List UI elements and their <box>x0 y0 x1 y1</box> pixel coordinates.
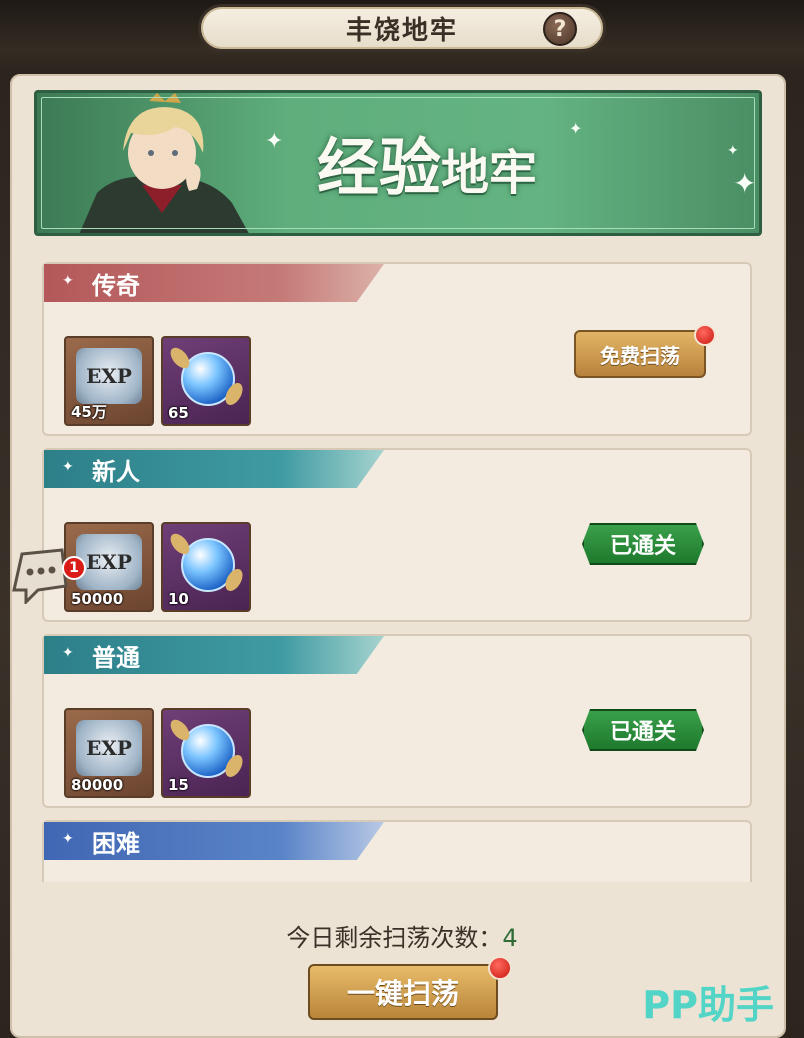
title-plate: 丰饶地牢 ? <box>198 4 606 52</box>
exp-reward-item[interactable]: EXP 45万 <box>64 336 154 426</box>
help-button[interactable]: ? <box>543 12 577 46</box>
reward-quantity: 80000 <box>71 776 124 794</box>
reward-quantity: 10 <box>168 590 189 608</box>
dungeon-card-novice: ✦ 新人 EXP 50000 10 已通关 <box>42 448 752 622</box>
dungeon-ribbon: ✦ 困难 <box>44 822 384 860</box>
exp-reward-item[interactable]: EXP 80000 <box>64 708 154 798</box>
sparkle-icon: ✦ <box>265 129 284 154</box>
sparkle-icon: ✦ <box>727 143 739 159</box>
chat-unread-badge: 1 <box>62 556 86 580</box>
star-icon: ✦ <box>62 831 74 847</box>
dungeon-name: 新人 <box>92 457 140 486</box>
exp-scroll-icon: EXP <box>76 348 142 404</box>
notification-dot <box>488 956 512 980</box>
dungeon-card-hard: ✦ 困难 <box>42 820 752 882</box>
dungeon-ribbon: ✦ 普通 <box>44 636 384 674</box>
cleared-badge: 已通关 <box>582 523 704 565</box>
dungeon-card-legend: ✦ 传奇 EXP 45万 65 免费扫荡 <box>42 262 752 436</box>
page-title: 丰饶地牢 <box>345 15 458 46</box>
reward-quantity: 45万 <box>71 403 107 421</box>
hero-portrait <box>79 93 249 233</box>
reward-quantity: 15 <box>168 776 189 794</box>
sparkle-icon: ✦ <box>733 167 757 200</box>
sparkle-icon: ✦ <box>569 119 583 138</box>
notification-dot <box>694 324 716 346</box>
remaining-sweeps: 今日剩余扫荡次数：4 <box>0 918 804 953</box>
banner-title: 经验地牢 <box>317 117 537 207</box>
free-sweep-button[interactable]: 免费扫荡 <box>574 330 706 378</box>
exp-scroll-icon: EXP <box>76 534 142 590</box>
orb-reward-item[interactable]: 15 <box>161 708 251 798</box>
orb-reward-item[interactable]: 10 <box>161 522 251 612</box>
remaining-sweeps-label: 今日剩余扫荡次数： <box>286 924 503 952</box>
dungeon-card-normal: ✦ 普通 EXP 80000 15 已通关 <box>42 634 752 808</box>
banner-title-main: 经验 <box>317 131 442 204</box>
dungeon-banner: 经验地牢 ✦ ✦ ✦ ✦ <box>34 90 762 236</box>
star-icon: ✦ <box>62 459 74 475</box>
cleared-badge: 已通关 <box>582 709 704 751</box>
dungeon-ribbon: ✦ 新人 <box>44 450 384 488</box>
dungeon-name: 传奇 <box>92 271 140 300</box>
orb-reward-item[interactable]: 65 <box>161 336 251 426</box>
chat-icon[interactable] <box>8 546 70 604</box>
watermark: PP助手 <box>642 983 774 1027</box>
dungeon-name: 普通 <box>92 643 140 672</box>
sweep-all-button[interactable]: 一键扫荡 <box>308 964 498 1020</box>
dungeon-name: 困难 <box>92 829 140 858</box>
exp-scroll-icon: EXP <box>76 720 142 776</box>
reward-quantity: 50000 <box>71 590 124 608</box>
dungeon-ribbon: ✦ 传奇 <box>44 264 384 302</box>
reward-quantity: 65 <box>168 404 189 422</box>
remaining-sweeps-count: 4 <box>502 924 518 952</box>
star-icon: ✦ <box>62 645 74 661</box>
banner-title-sub: 地牢 <box>441 145 538 201</box>
star-icon: ✦ <box>62 273 74 289</box>
question-icon: ? <box>553 16 567 42</box>
